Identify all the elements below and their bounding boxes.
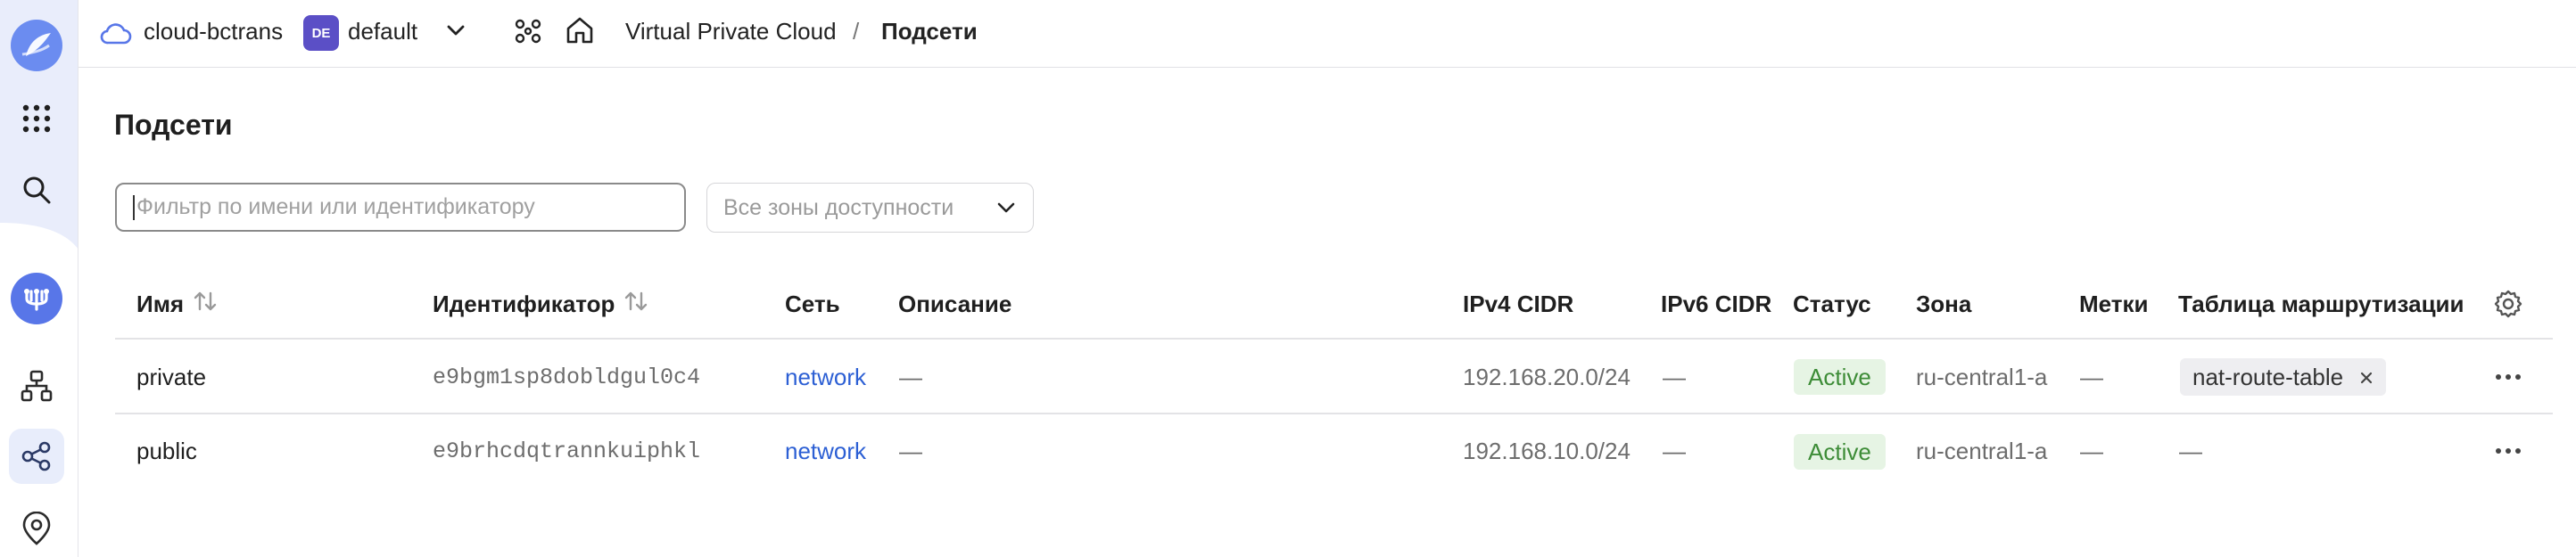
- cell-ipv4: 192.168.10.0/24: [1463, 437, 1631, 464]
- more-dots-icon[interactable]: [2490, 435, 2526, 467]
- more-dots-icon[interactable]: [2490, 361, 2526, 393]
- status-badge: Active: [1794, 434, 1886, 470]
- table-header-divider: [115, 338, 2553, 340]
- cell-network-link[interactable]: network: [785, 361, 866, 393]
- search-input[interactable]: Фильтр по имени или идентификатору: [115, 183, 686, 232]
- status-badge: Active: [1794, 359, 1886, 395]
- column-header-ipv6: IPv6 CIDR: [1661, 290, 1772, 317]
- grid-icon[interactable]: [9, 91, 64, 146]
- folder-badge: DE: [303, 15, 339, 51]
- route-table-tag-label: nat-route-table: [2192, 363, 2344, 390]
- vpc-service-icon[interactable]: [9, 271, 64, 326]
- cloud-logo-icon[interactable]: [9, 18, 64, 73]
- home-icon[interactable]: [565, 15, 595, 50]
- cell-id: e9bgm1sp8dobldgul0c4: [433, 364, 701, 390]
- row-divider: [115, 413, 2553, 414]
- subnets-icon[interactable]: [9, 429, 64, 484]
- cell-description: —: [899, 363, 922, 390]
- cell-ipv6: —: [1663, 437, 1686, 464]
- cell-network-link[interactable]: network: [785, 435, 866, 467]
- cell-zone: ru-central1-a: [1916, 437, 2048, 464]
- left-rail: [0, 0, 78, 557]
- chevron-down-icon[interactable]: [445, 23, 466, 42]
- top-header: cloud-bctrans DE default Virtual Private…: [78, 0, 2576, 68]
- cloud-icon: [100, 20, 132, 51]
- column-header-description: Описание: [898, 290, 1012, 317]
- column-header-route-table: Таблица маршрутизации: [2178, 290, 2465, 317]
- route-table-tag[interactable]: nat-route-table: [2180, 358, 2387, 396]
- column-header-status: Статус: [1793, 290, 1871, 317]
- cell-description: —: [899, 437, 922, 464]
- page-title: Подсети: [114, 109, 233, 141]
- cell-ipv4: 192.168.20.0/24: [1463, 363, 1631, 390]
- cell-route-table: —: [2179, 437, 2202, 464]
- close-icon[interactable]: [2359, 364, 2374, 391]
- cell-labels: —: [2080, 437, 2103, 464]
- cell-name[interactable]: private: [136, 361, 206, 393]
- location-pin-icon[interactable]: [9, 501, 64, 556]
- chevron-down-icon: [995, 195, 1017, 221]
- column-label: Имя: [136, 290, 185, 317]
- breadcrumb-separator: /: [853, 18, 860, 45]
- gear-icon[interactable]: [2493, 289, 2523, 324]
- network-topology-icon[interactable]: [9, 358, 64, 414]
- zone-select[interactable]: Все зоны доступности: [706, 183, 1034, 233]
- cell-name[interactable]: public: [136, 435, 197, 467]
- cell-ipv6: —: [1663, 363, 1686, 390]
- column-header-id[interactable]: Идентификатор: [433, 288, 648, 320]
- column-header-labels: Метки: [2079, 290, 2149, 317]
- column-header-network: Сеть: [785, 290, 840, 317]
- sort-icon[interactable]: [623, 290, 648, 319]
- search-icon[interactable]: [9, 162, 64, 217]
- cloud-name[interactable]: cloud-bctrans: [144, 18, 283, 45]
- cell-zone: ru-central1-a: [1916, 363, 2048, 390]
- cell-labels: —: [2080, 363, 2103, 390]
- column-header-ipv4: IPv4 CIDR: [1463, 290, 1574, 317]
- breadcrumb-current: Подсети: [881, 18, 978, 45]
- services-nodes-icon[interactable]: [513, 16, 543, 51]
- column-header-zone: Зона: [1916, 290, 1972, 317]
- sort-icon[interactable]: [193, 290, 218, 319]
- folder-name[interactable]: default: [348, 18, 417, 45]
- column-header-name[interactable]: Имя: [136, 288, 218, 320]
- zone-select-value: Все зоны доступности: [723, 194, 954, 220]
- breadcrumb-service[interactable]: Virtual Private Cloud: [625, 18, 837, 45]
- cell-id: e9brhcdqtrannkuiphkl: [433, 438, 701, 464]
- search-input-placeholder: Фильтр по имени или идентификатору: [136, 194, 535, 219]
- column-label: Идентификатор: [433, 290, 615, 317]
- text-caret: [133, 194, 135, 220]
